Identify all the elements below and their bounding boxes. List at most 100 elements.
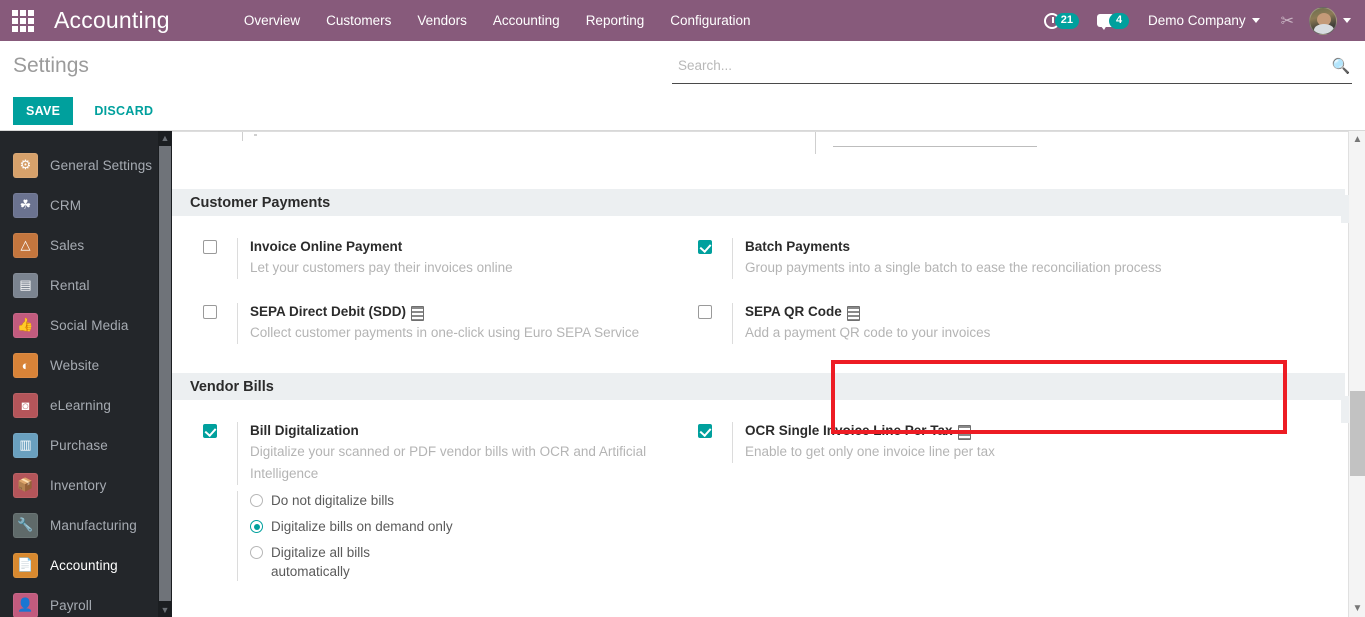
- save-button[interactable]: SAVE: [13, 97, 74, 125]
- settings-column-left: SEPA Direct Debit (SDD) Collect customer…: [196, 297, 680, 358]
- setting-description: Collect customer payments in one-click u…: [250, 325, 640, 340]
- sidebar-item-inventory[interactable]: 📦 Inventory: [0, 465, 172, 505]
- invoice-online-payment-checkbox[interactable]: [203, 240, 217, 254]
- checkbox-cell: [196, 238, 237, 259]
- customer-payments-row-2: SEPA Direct Debit (SDD) Collect customer…: [172, 297, 1350, 362]
- text-cell: SEPA QR Code Add a payment QR code to yo…: [732, 303, 1175, 344]
- sidebar-label: Sales: [50, 237, 85, 253]
- sidebar-item-website[interactable]: ◐ Website: [0, 345, 172, 385]
- company-switcher[interactable]: Demo Company: [1138, 0, 1270, 41]
- tools-icon[interactable]: ✂: [1270, 0, 1305, 41]
- search-bar[interactable]: 🔍: [672, 52, 1352, 84]
- setting-title-text: OCR Single Invoice Line Per Tax: [745, 423, 953, 438]
- menu-configuration[interactable]: Configuration: [657, 0, 763, 41]
- scroll-track-marker: [1341, 396, 1349, 423]
- sidebar-item-payroll[interactable]: 👤 Payroll: [0, 585, 172, 617]
- top-navbar: Accounting Overview Customers Vendors Ac…: [0, 0, 1365, 41]
- section-header-customer-payments: Customer Payments: [172, 189, 1345, 216]
- enterprise-building-icon: [846, 306, 860, 321]
- sidebar-item-accounting[interactable]: 📄 Accounting: [0, 545, 172, 585]
- chevron-up-icon[interactable]: ▲: [158, 131, 172, 145]
- sidebar-item-sales[interactable]: △ Sales: [0, 225, 172, 265]
- enterprise-building-icon: [411, 306, 425, 321]
- ocr-single-invoice-line-per-tax-checkbox[interactable]: [698, 424, 712, 438]
- main-scrollbar[interactable]: ▲ ▼: [1341, 131, 1365, 617]
- sidebar-label: Payroll: [50, 597, 92, 613]
- messages-button[interactable]: 4: [1088, 0, 1138, 41]
- setting-sepa-qr-code[interactable]: SEPA QR Code Add a payment QR code to yo…: [691, 297, 1175, 358]
- text-cell: Bill Digitalization Digitalize your scan…: [237, 422, 680, 485]
- setting-invoice-online-payment[interactable]: Invoice Online Payment Let your customer…: [196, 232, 680, 293]
- chevron-down-icon[interactable]: ▼: [1349, 600, 1365, 617]
- setting-title: Invoice Online Payment: [250, 238, 680, 255]
- radio-label-line1: Digitalize all bills: [271, 545, 371, 560]
- radio-digitalize-all[interactable]: Digitalize all bills automatically: [250, 543, 680, 581]
- page-title: Settings: [13, 54, 89, 77]
- activities-button[interactable]: 21: [1035, 0, 1088, 41]
- text-cell: OCR Single Invoice Line Per Tax Enable t…: [732, 422, 1175, 463]
- main-scroll-thumb[interactable]: [1350, 391, 1365, 476]
- sidebar-label: eLearning: [50, 397, 111, 413]
- radio-digitalize-on-demand[interactable]: Digitalize bills on demand only: [250, 517, 680, 536]
- checkbox-cell: [691, 303, 732, 324]
- setting-title-text: Batch Payments: [745, 239, 851, 254]
- sidebar-scroll-thumb[interactable]: [159, 146, 171, 601]
- app-brand-title[interactable]: Accounting: [46, 7, 174, 34]
- setting-batch-payments[interactable]: Batch Payments Group payments into a sin…: [691, 232, 1175, 293]
- setting-bill-digitalization[interactable]: Bill Digitalization Digitalize your scan…: [196, 416, 680, 489]
- apps-launcher-button[interactable]: [0, 0, 46, 41]
- setting-description: Group payments into a single batch to ea…: [745, 260, 1162, 275]
- menu-vendors[interactable]: Vendors: [404, 0, 480, 41]
- sidebar-item-social-media[interactable]: 👍 Social Media: [0, 305, 172, 345]
- card-icon: ▥: [13, 432, 38, 458]
- sidebar-scrollbar[interactable]: ▲ ▼: [158, 131, 172, 617]
- settings-column-right: OCR Single Invoice Line Per Tax Enable t…: [691, 416, 1175, 588]
- setting-ocr-single-invoice-line-per-tax[interactable]: OCR Single Invoice Line Per Tax Enable t…: [691, 416, 1175, 477]
- text-cell: Batch Payments Group payments into a sin…: [732, 238, 1175, 279]
- sidebar-item-purchase[interactable]: ▥ Purchase: [0, 425, 172, 465]
- radio-do-not-digitalize[interactable]: Do not digitalize bills: [250, 491, 680, 510]
- gear-icon: ⚙: [13, 152, 38, 178]
- handshake-icon: ☘: [13, 192, 38, 218]
- sidebar-item-elearning[interactable]: ◙ eLearning: [0, 385, 172, 425]
- setting-title: Bill Digitalization: [250, 422, 680, 439]
- setting-description: Let your customers pay their invoices on…: [250, 260, 513, 275]
- setting-sepa-direct-debit[interactable]: SEPA Direct Debit (SDD) Collect customer…: [196, 297, 680, 358]
- setting-title: SEPA QR Code: [745, 303, 1175, 321]
- sepa-qr-code-checkbox[interactable]: [698, 305, 712, 319]
- text-cell: SEPA Direct Debit (SDD) Collect customer…: [237, 303, 680, 344]
- sidebar-item-crm[interactable]: ☘ CRM: [0, 185, 172, 225]
- radio-button[interactable]: [250, 494, 263, 507]
- radio-label: Digitalize bills on demand only: [271, 519, 453, 534]
- bill-digitalization-checkbox[interactable]: [203, 424, 217, 438]
- chevron-down-icon: [1343, 18, 1351, 23]
- menu-customers[interactable]: Customers: [313, 0, 404, 41]
- menu-reporting[interactable]: Reporting: [573, 0, 658, 41]
- setting-title: SEPA Direct Debit (SDD): [250, 303, 680, 321]
- sidebar-label: Rental: [50, 277, 90, 293]
- discard-button[interactable]: DISCARD: [81, 97, 166, 125]
- sidebar-item-general-settings[interactable]: ⚙ General Settings: [0, 145, 172, 185]
- thumbs-up-icon: 👍: [13, 312, 38, 338]
- main-menu: Overview Customers Vendors Accounting Re…: [231, 0, 764, 41]
- radio-button[interactable]: [250, 520, 263, 533]
- chevron-down-icon[interactable]: ▼: [158, 603, 172, 617]
- menu-overview[interactable]: Overview: [231, 0, 313, 41]
- divider: [815, 132, 816, 154]
- user-menu-button[interactable]: [1305, 6, 1351, 35]
- search-input[interactable]: [672, 57, 1330, 78]
- batch-payments-checkbox[interactable]: [698, 240, 712, 254]
- sidebar-item-rental[interactable]: ▤ Rental: [0, 265, 172, 305]
- action-buttons: SAVE DISCARD: [13, 97, 166, 125]
- partial-section-above: [172, 131, 1350, 189]
- setting-title-text: Bill Digitalization: [250, 423, 359, 438]
- search-icon[interactable]: 🔍: [1330, 57, 1352, 79]
- chevron-up-icon[interactable]: ▲: [1349, 131, 1365, 148]
- radio-button[interactable]: [250, 546, 263, 559]
- menu-accounting[interactable]: Accounting: [480, 0, 573, 41]
- sepa-direct-debit-checkbox[interactable]: [203, 305, 217, 319]
- calendar-icon: ▤: [13, 272, 38, 298]
- sidebar-item-manufacturing[interactable]: 🔧 Manufacturing: [0, 505, 172, 545]
- text-cell: Invoice Online Payment Let your customer…: [237, 238, 680, 279]
- sidebar-label: General Settings: [50, 157, 153, 173]
